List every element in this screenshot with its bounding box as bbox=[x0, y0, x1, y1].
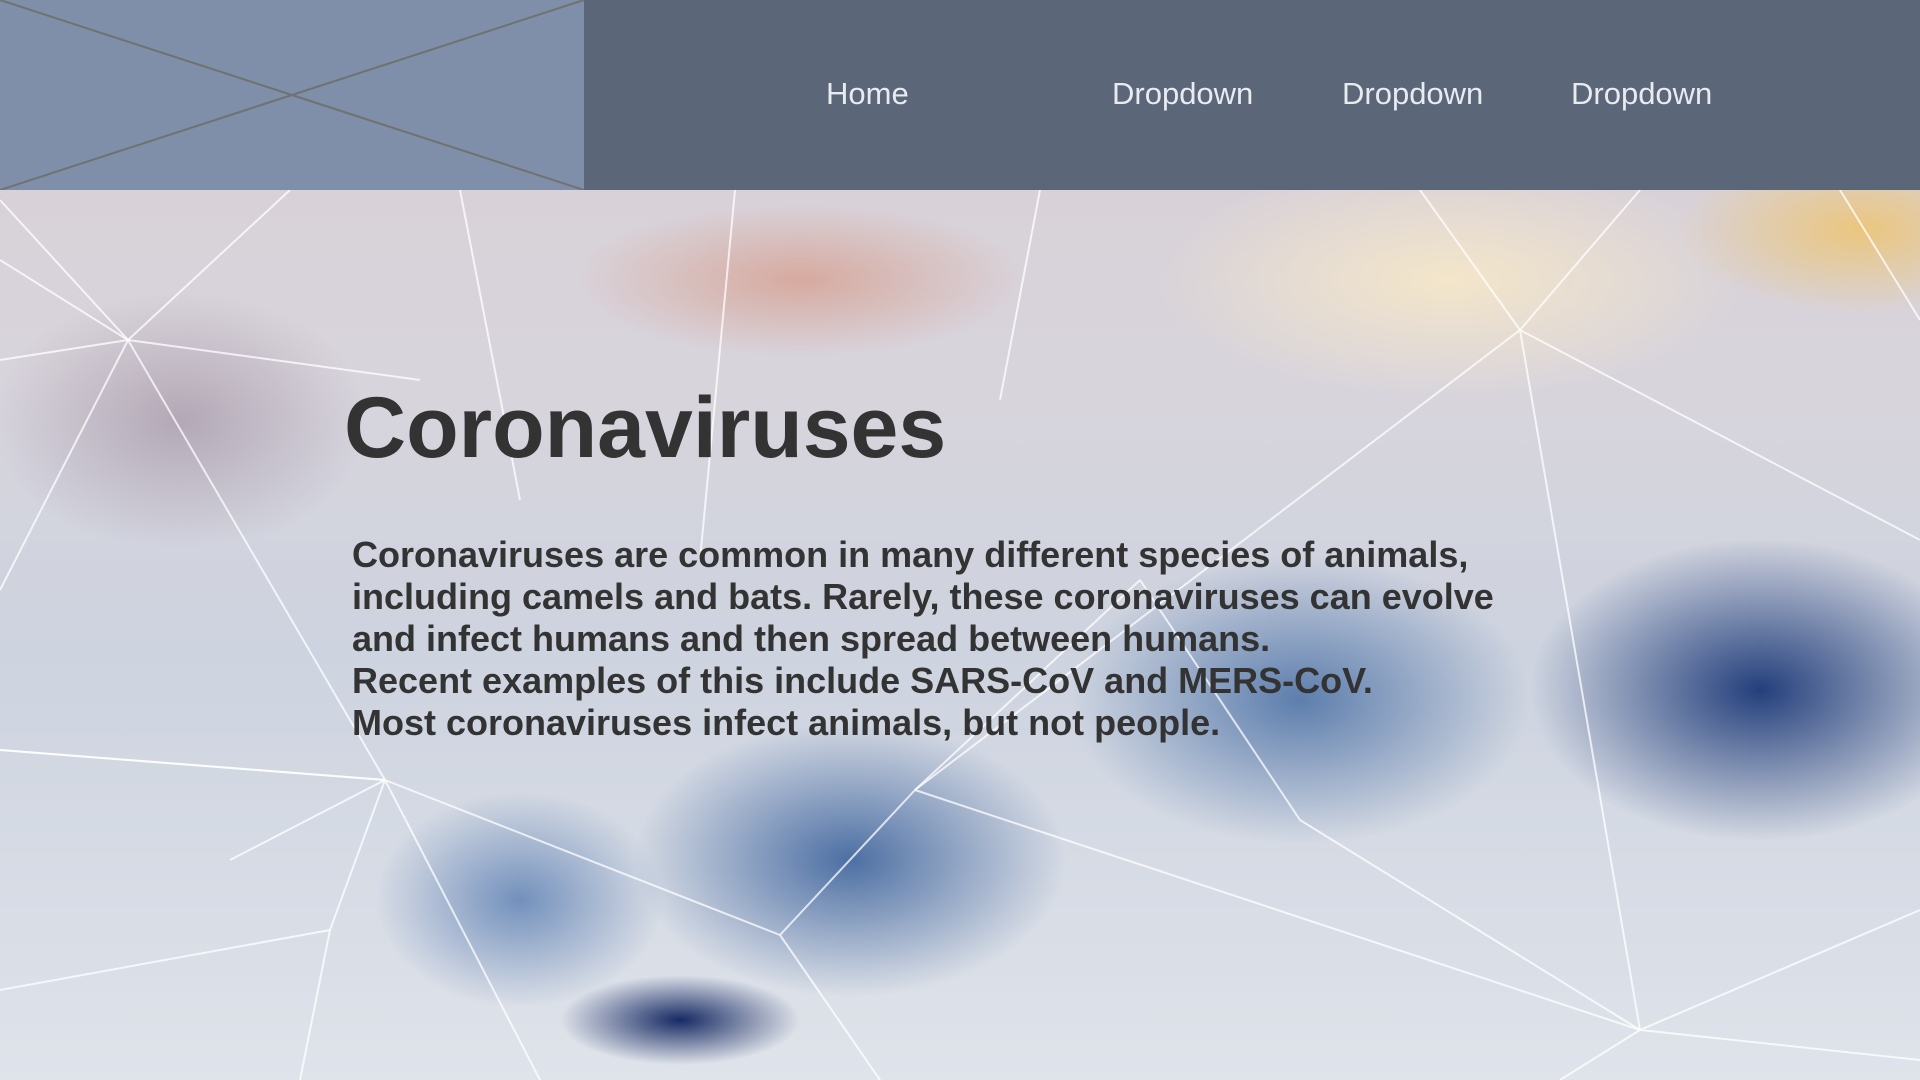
paragraph-line: including camels and bats. Rarely, these… bbox=[352, 576, 1494, 617]
image-placeholder-icon bbox=[0, 0, 584, 190]
nav-dropdown-2[interactable]: Dropdown bbox=[1342, 74, 1483, 114]
logo-placeholder-image[interactable] bbox=[0, 0, 584, 190]
paragraph-line: Recent examples of this include SARS-CoV… bbox=[352, 660, 1373, 701]
nav-dropdown-3[interactable]: Dropdown bbox=[1571, 74, 1712, 114]
nav-home-link[interactable]: Home bbox=[826, 74, 909, 114]
intro-paragraph: Coronaviruses are common in many differe… bbox=[352, 534, 1652, 744]
page: Home Dropdown Dropdown Dropdown Coronavi… bbox=[0, 0, 1920, 1080]
page-title: Coronaviruses bbox=[344, 380, 947, 476]
paragraph-line: Most coronaviruses infect animals, but n… bbox=[352, 702, 1221, 743]
paragraph-line: and infect humans and then spread betwee… bbox=[352, 618, 1271, 659]
nav-dropdown-1[interactable]: Dropdown bbox=[1112, 74, 1253, 114]
paragraph-line: Coronaviruses are common in many differe… bbox=[352, 534, 1469, 575]
top-nav-bar: Home Dropdown Dropdown Dropdown bbox=[0, 0, 1920, 190]
